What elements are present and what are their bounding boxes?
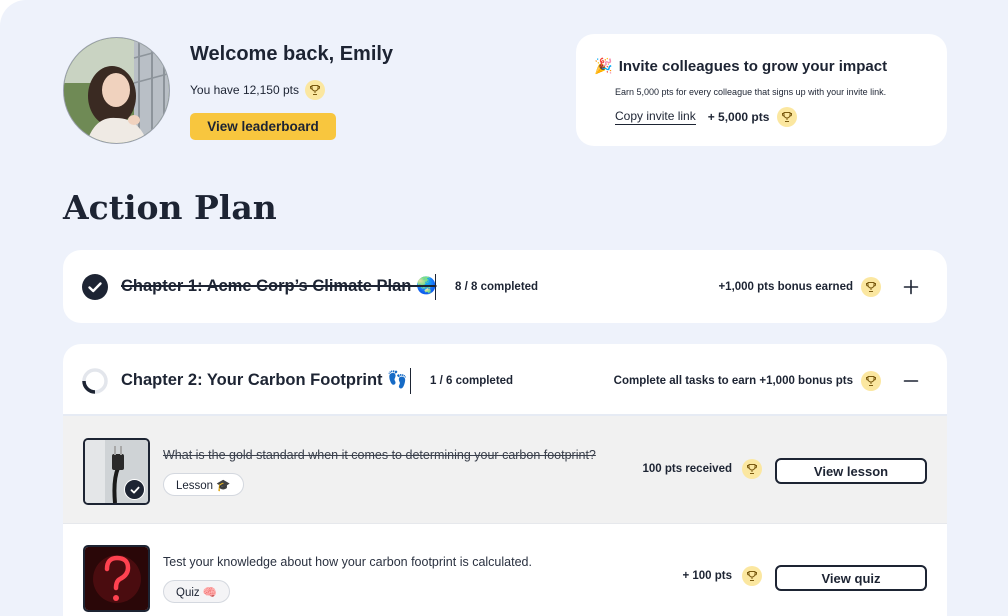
trophy-icon xyxy=(861,370,881,391)
progress-ring-icon xyxy=(82,367,108,394)
invite-card: 🎉 Invite colleagues to grow your impact … xyxy=(576,34,947,146)
view-quiz-button[interactable]: View quiz xyxy=(775,565,927,591)
invite-actions: Copy invite link + 5,000 pts xyxy=(615,106,798,128)
chapter-title: Chapter 1: Acme Corp’s Climate Plan 🌏 xyxy=(121,277,437,295)
task-row: What is the gold standard when it comes … xyxy=(63,414,947,523)
task-points-text: + 100 pts xyxy=(682,570,732,582)
chapter-bonus: +1,000 pts bonus earned xyxy=(718,276,881,297)
copy-invite-link[interactable]: Copy invite link xyxy=(615,109,696,125)
page: Welcome back, Emily You have 12,150 pts … xyxy=(0,0,1008,616)
completed-check-icon xyxy=(124,479,145,500)
task-points: 100 pts received xyxy=(642,459,762,479)
points-text: You have 12,150 pts xyxy=(190,83,299,97)
trophy-icon xyxy=(304,80,325,100)
party-popper-icon: 🎉 xyxy=(594,58,613,75)
welcome-heading: Welcome back, Emily xyxy=(190,43,394,65)
task-title[interactable]: What is the gold standard when it comes … xyxy=(163,448,596,462)
check-circle-icon xyxy=(82,273,108,300)
chapter-bonus: Complete all tasks to earn +1,000 bonus … xyxy=(613,370,881,391)
task-thumbnail xyxy=(83,545,150,612)
chapter-bonus-text: +1,000 pts bonus earned xyxy=(718,280,853,293)
avatar-photo xyxy=(64,38,169,143)
trophy-icon xyxy=(742,566,762,586)
task-points-text: 100 pts received xyxy=(642,463,732,475)
trophy-icon xyxy=(861,276,881,297)
invite-title: Invite colleagues to grow your impact xyxy=(618,57,888,75)
task-thumbnail xyxy=(83,438,150,505)
chapter-bonus-text: Complete all tasks to earn +1,000 bonus … xyxy=(613,374,853,387)
expand-plus-icon[interactable] xyxy=(903,279,919,295)
task-row: Test your knowledge about how your carbo… xyxy=(63,523,947,616)
divider xyxy=(435,273,436,300)
collapse-minus-icon[interactable] xyxy=(903,373,919,389)
view-lesson-button[interactable]: View lesson xyxy=(775,458,927,484)
action-plan-title: Action Plan xyxy=(63,188,277,227)
invite-points: + 5,000 pts xyxy=(708,107,798,127)
chapter-card-2: Chapter 2: Your Carbon Footprint 👣 1 / 6… xyxy=(63,344,947,616)
chapter-title: Chapter 2: Your Carbon Footprint 👣 xyxy=(121,371,408,389)
avatar xyxy=(63,37,170,144)
invite-title-row: 🎉 Invite colleagues to grow your impact xyxy=(594,57,888,76)
chapter-progress-text: 1 / 6 completed xyxy=(430,374,514,387)
question-mark-image xyxy=(85,547,148,610)
divider xyxy=(410,367,411,394)
task-type-tag: Quiz 🧠 xyxy=(163,580,231,603)
trophy-icon xyxy=(742,459,762,479)
task-type-tag: Lesson 🎓 xyxy=(163,473,244,496)
trophy-icon xyxy=(777,107,798,127)
task-points: + 100 pts xyxy=(682,566,762,586)
chapter-progress-text: 8 / 8 completed xyxy=(455,280,539,293)
invite-description: Earn 5,000 pts for every colleague that … xyxy=(615,87,887,97)
points-summary: You have 12,150 pts xyxy=(190,79,325,101)
chapter-card-1[interactable]: Chapter 1: Acme Corp’s Climate Plan 🌏 8 … xyxy=(63,250,947,323)
view-leaderboard-button[interactable]: View leaderboard xyxy=(190,113,336,140)
task-title[interactable]: Test your knowledge about how your carbo… xyxy=(163,555,532,569)
chapter-header[interactable]: Chapter 1: Acme Corp’s Climate Plan 🌏 8 … xyxy=(63,250,947,323)
invite-points-text: + 5,000 pts xyxy=(707,110,770,124)
chapter-header[interactable]: Chapter 2: Your Carbon Footprint 👣 1 / 6… xyxy=(63,344,947,417)
